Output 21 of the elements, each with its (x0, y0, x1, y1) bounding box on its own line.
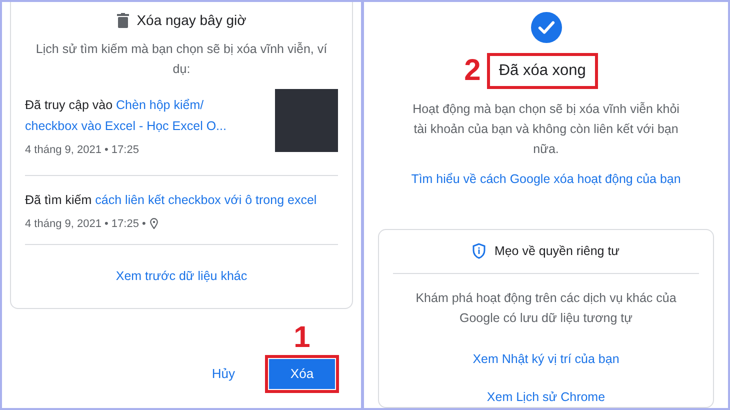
step-number: 2 (464, 56, 481, 86)
description-text: Lịch sử tìm kiếm mà bạn chọn sẽ bị xóa vĩnh viễn, ví dụ: (34, 41, 328, 78)
delete-button[interactable]: Xóa (269, 358, 335, 389)
activity-text: Đã tìm kiếm cách liên kết checkbox với ô trong excel (25, 192, 318, 209)
check-circle-icon (528, 12, 564, 43)
timestamp-text: 4 tháng 9, 2021 • 17:25 • (25, 216, 146, 232)
cancel-button[interactable]: Hủy (204, 358, 243, 389)
trash-icon (116, 13, 129, 28)
dialog-title: Xóa ngay bây giờ (136, 11, 246, 30)
description-text: Hoạt động mà bạn chọn sẽ bị xóa vĩnh viễn khỏi tài khoản của bạn và không còn liên kết với bạn nữa. (412, 101, 680, 158)
tips-link[interactable]: Xem Lịch sử Chrome (486, 388, 606, 407)
success-title: Đã xóa xong (498, 62, 586, 79)
tips-title: Mẹo về quyền riêng tư (494, 242, 620, 260)
tips-link[interactable]: Xem Nhật ký vị trí của bạn (472, 350, 620, 368)
learn-more-link[interactable]: Tìm hiểu về cách Google xóa hoạt động của bạn (411, 170, 681, 189)
shield-info-icon (472, 243, 486, 260)
activity-text: Đã truy cập vào Chèn hộp kiểm/ checkbox vào Excel - Học Excel O... (25, 97, 228, 135)
timestamp-text: 4 tháng 9, 2021 • 17:25 (25, 143, 139, 158)
tips-text: Khám phá hoạt động trên các dịch vụ khác của Google có lưu dữ liệu tương tự (414, 290, 678, 327)
step-number: 1 (294, 322, 310, 353)
preview-more-link[interactable]: Xem trước dữ liệu khác (116, 245, 248, 308)
